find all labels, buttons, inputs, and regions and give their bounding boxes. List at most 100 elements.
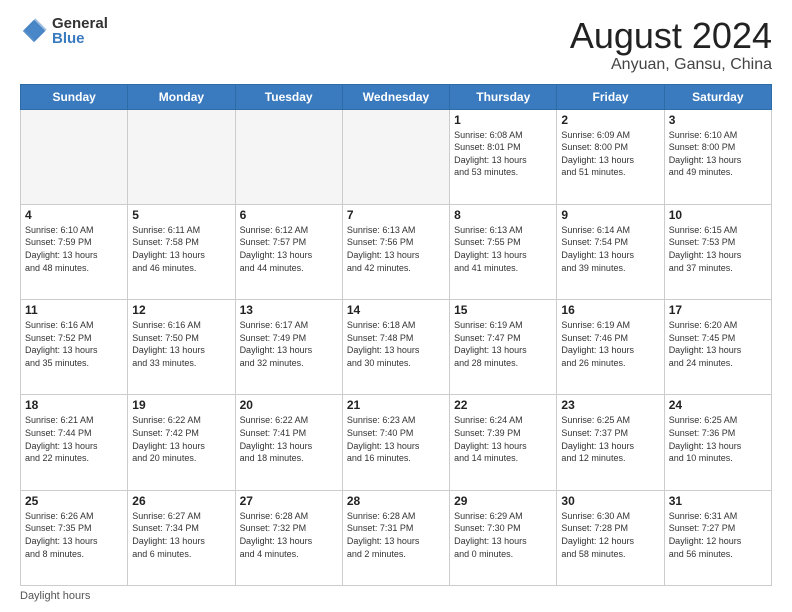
calendar-week-4: 18 Sunrise: 6:21 AM Sunset: 7:44 PM Dayli… xyxy=(21,395,772,490)
calendar-header-tuesday: Tuesday xyxy=(235,84,342,109)
calendar-week-5: 25Sunrise: 6:26 AM Sunset: 7:35 PM Dayli… xyxy=(21,490,772,585)
day-info: Sunrise: 6:18 AM Sunset: 7:48 PM Dayligh… xyxy=(347,319,445,369)
day-info: Sunrise: 6:19 AM Sunset: 7:46 PM Dayligh… xyxy=(561,319,659,369)
calendar-cell-w3d3: 13Sunrise: 6:17 AM Sunset: 7:49 PM Dayli… xyxy=(235,300,342,395)
day-number: 30 xyxy=(561,494,659,508)
day-number: 8 xyxy=(454,208,552,222)
day-info: Sunrise: 6:13 AM Sunset: 7:55 PM Dayligh… xyxy=(454,224,552,274)
logo-text: General Blue xyxy=(52,16,108,46)
day-number: 9 xyxy=(561,208,659,222)
calendar-cell-w2d5: 8 Sunrise: 6:13 AM Sunset: 7:55 PM Daylig… xyxy=(450,204,557,299)
day-number: 24 xyxy=(669,398,767,412)
logo-general-text: General xyxy=(52,16,108,31)
calendar-week-1: 1 Sunrise: 6:08 AM Sunset: 8:01 PM Daylig… xyxy=(21,109,772,204)
day-number: 1 xyxy=(454,113,552,127)
calendar-header-friday: Friday xyxy=(557,84,664,109)
day-number: 6 xyxy=(240,208,338,222)
calendar-cell-w1d4 xyxy=(342,109,449,204)
logo-blue-text: Blue xyxy=(52,31,108,46)
day-info: Sunrise: 6:24 AM Sunset: 7:39 PM Dayligh… xyxy=(454,414,552,464)
day-number: 10 xyxy=(669,208,767,222)
day-info: Sunrise: 6:30 AM Sunset: 7:28 PM Dayligh… xyxy=(561,510,659,560)
calendar-cell-w4d6: 23Sunrise: 6:25 AM Sunset: 7:37 PM Dayli… xyxy=(557,395,664,490)
day-number: 4 xyxy=(25,208,123,222)
location-title: Anyuan, Gansu, China xyxy=(570,56,772,74)
day-number: 26 xyxy=(132,494,230,508)
calendar-cell-w5d1: 25Sunrise: 6:26 AM Sunset: 7:35 PM Dayli… xyxy=(21,490,128,585)
calendar-header-thursday: Thursday xyxy=(450,84,557,109)
calendar-header-wednesday: Wednesday xyxy=(342,84,449,109)
day-number: 19 xyxy=(132,398,230,412)
day-info: Sunrise: 6:10 AM Sunset: 8:00 PM Dayligh… xyxy=(669,129,767,179)
day-number: 27 xyxy=(240,494,338,508)
day-info: Sunrise: 6:19 AM Sunset: 7:47 PM Dayligh… xyxy=(454,319,552,369)
calendar-cell-w3d4: 14 Sunrise: 6:18 AM Sunset: 7:48 PM Dayli… xyxy=(342,300,449,395)
day-info: Sunrise: 6:23 AM Sunset: 7:40 PM Dayligh… xyxy=(347,414,445,464)
day-info: Sunrise: 6:16 AM Sunset: 7:52 PM Dayligh… xyxy=(25,319,123,369)
calendar-cell-w2d2: 5Sunrise: 6:11 AM Sunset: 7:58 PM Daylig… xyxy=(128,204,235,299)
day-number: 29 xyxy=(454,494,552,508)
day-info: Sunrise: 6:28 AM Sunset: 7:31 PM Dayligh… xyxy=(347,510,445,560)
calendar-cell-w3d7: 17 Sunrise: 6:20 AM Sunset: 7:45 PM Dayli… xyxy=(664,300,771,395)
calendar-cell-w2d7: 10 Sunrise: 6:15 AM Sunset: 7:53 PM Dayli… xyxy=(664,204,771,299)
day-info: Sunrise: 6:15 AM Sunset: 7:53 PM Dayligh… xyxy=(669,224,767,274)
calendar-cell-w1d2 xyxy=(128,109,235,204)
day-info: Sunrise: 6:28 AM Sunset: 7:32 PM Dayligh… xyxy=(240,510,338,560)
calendar-cell-w5d2: 26Sunrise: 6:27 AM Sunset: 7:34 PM Dayli… xyxy=(128,490,235,585)
calendar-cell-w3d5: 15 Sunrise: 6:19 AM Sunset: 7:47 PM Dayli… xyxy=(450,300,557,395)
calendar-cell-w1d1 xyxy=(21,109,128,204)
day-number: 13 xyxy=(240,303,338,317)
calendar-cell-w4d4: 21 Sunrise: 6:23 AM Sunset: 7:40 PM Dayli… xyxy=(342,395,449,490)
day-number: 14 xyxy=(347,303,445,317)
day-number: 12 xyxy=(132,303,230,317)
day-number: 7 xyxy=(347,208,445,222)
day-info: Sunrise: 6:10 AM Sunset: 7:59 PM Dayligh… xyxy=(25,224,123,274)
day-info: Sunrise: 6:14 AM Sunset: 7:54 PM Dayligh… xyxy=(561,224,659,274)
month-title: August 2024 xyxy=(570,16,772,56)
calendar-cell-w5d5: 29Sunrise: 6:29 AM Sunset: 7:30 PM Dayli… xyxy=(450,490,557,585)
day-info: Sunrise: 6:20 AM Sunset: 7:45 PM Dayligh… xyxy=(669,319,767,369)
page: General Blue August 2024 Anyuan, Gansu, … xyxy=(0,0,792,612)
calendar-header-sunday: Sunday xyxy=(21,84,128,109)
calendar-cell-w3d2: 12Sunrise: 6:16 AM Sunset: 7:50 PM Dayli… xyxy=(128,300,235,395)
day-info: Sunrise: 6:25 AM Sunset: 7:36 PM Dayligh… xyxy=(669,414,767,464)
calendar-cell-w4d5: 22 Sunrise: 6:24 AM Sunset: 7:39 PM Dayli… xyxy=(450,395,557,490)
day-number: 22 xyxy=(454,398,552,412)
calendar-cell-w2d1: 4 Sunrise: 6:10 AM Sunset: 7:59 PM Daylig… xyxy=(21,204,128,299)
calendar-week-3: 11Sunrise: 6:16 AM Sunset: 7:52 PM Dayli… xyxy=(21,300,772,395)
calendar-cell-w2d6: 9 Sunrise: 6:14 AM Sunset: 7:54 PM Daylig… xyxy=(557,204,664,299)
day-info: Sunrise: 6:11 AM Sunset: 7:58 PM Dayligh… xyxy=(132,224,230,274)
day-info: Sunrise: 6:22 AM Sunset: 7:41 PM Dayligh… xyxy=(240,414,338,464)
day-number: 17 xyxy=(669,303,767,317)
calendar-cell-w1d3 xyxy=(235,109,342,204)
calendar-cell-w2d3: 6Sunrise: 6:12 AM Sunset: 7:57 PM Daylig… xyxy=(235,204,342,299)
calendar-header-monday: Monday xyxy=(128,84,235,109)
header: General Blue August 2024 Anyuan, Gansu, … xyxy=(20,16,772,74)
title-block: August 2024 Anyuan, Gansu, China xyxy=(570,16,772,74)
calendar-cell-w3d6: 16 Sunrise: 6:19 AM Sunset: 7:46 PM Dayli… xyxy=(557,300,664,395)
day-number: 23 xyxy=(561,398,659,412)
calendar-cell-w2d4: 7Sunrise: 6:13 AM Sunset: 7:56 PM Daylig… xyxy=(342,204,449,299)
day-number: 20 xyxy=(240,398,338,412)
calendar-cell-w4d3: 20 Sunrise: 6:22 AM Sunset: 7:41 PM Dayli… xyxy=(235,395,342,490)
day-info: Sunrise: 6:08 AM Sunset: 8:01 PM Dayligh… xyxy=(454,129,552,179)
calendar-cell-w5d6: 30 Sunrise: 6:30 AM Sunset: 7:28 PM Dayli… xyxy=(557,490,664,585)
calendar-header-row: SundayMondayTuesdayWednesdayThursdayFrid… xyxy=(21,84,772,109)
day-number: 16 xyxy=(561,303,659,317)
calendar-cell-w3d1: 11Sunrise: 6:16 AM Sunset: 7:52 PM Dayli… xyxy=(21,300,128,395)
day-number: 15 xyxy=(454,303,552,317)
calendar-cell-w4d2: 19Sunrise: 6:22 AM Sunset: 7:42 PM Dayli… xyxy=(128,395,235,490)
day-number: 21 xyxy=(347,398,445,412)
day-info: Sunrise: 6:21 AM Sunset: 7:44 PM Dayligh… xyxy=(25,414,123,464)
day-number: 25 xyxy=(25,494,123,508)
logo-icon xyxy=(20,17,48,45)
logo: General Blue xyxy=(20,16,108,46)
calendar-cell-w4d7: 24 Sunrise: 6:25 AM Sunset: 7:36 PM Dayli… xyxy=(664,395,771,490)
calendar-cell-w5d4: 28Sunrise: 6:28 AM Sunset: 7:31 PM Dayli… xyxy=(342,490,449,585)
calendar-cell-w1d7: 3Sunrise: 6:10 AM Sunset: 8:00 PM Daylig… xyxy=(664,109,771,204)
day-number: 18 xyxy=(25,398,123,412)
calendar-cell-w4d1: 18 Sunrise: 6:21 AM Sunset: 7:44 PM Dayli… xyxy=(21,395,128,490)
calendar-week-2: 4 Sunrise: 6:10 AM Sunset: 7:59 PM Daylig… xyxy=(21,204,772,299)
calendar-table: SundayMondayTuesdayWednesdayThursdayFrid… xyxy=(20,84,772,586)
day-info: Sunrise: 6:31 AM Sunset: 7:27 PM Dayligh… xyxy=(669,510,767,560)
